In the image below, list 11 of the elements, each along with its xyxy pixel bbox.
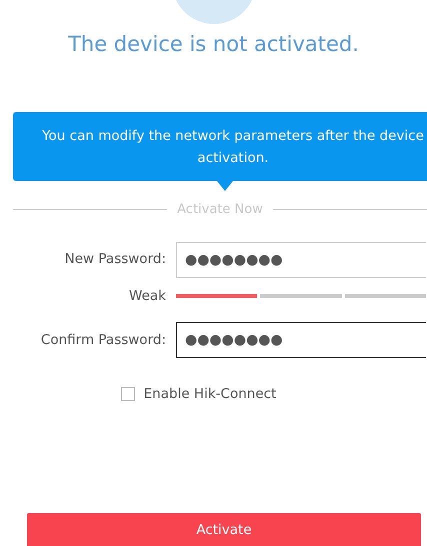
field-label: New Password: xyxy=(64,250,167,270)
checkbox-label[interactable]: Enable Hik-Connect xyxy=(144,384,276,404)
status-title: The device is not activated. xyxy=(67,31,360,58)
strength-label: Weak xyxy=(128,286,167,306)
info-tooltip: You can modify the network parameters after the device activation. xyxy=(13,112,427,181)
password-field[interactable]: ●●●●●●●● xyxy=(176,242,426,278)
field-label: Confirm Password: xyxy=(40,330,167,350)
password-field[interactable]: ●●●●●●●● xyxy=(176,322,426,358)
tooltip-arrow-icon xyxy=(217,181,233,191)
activate-button[interactable]: Activate xyxy=(27,513,421,546)
checkbox[interactable] xyxy=(120,386,135,401)
